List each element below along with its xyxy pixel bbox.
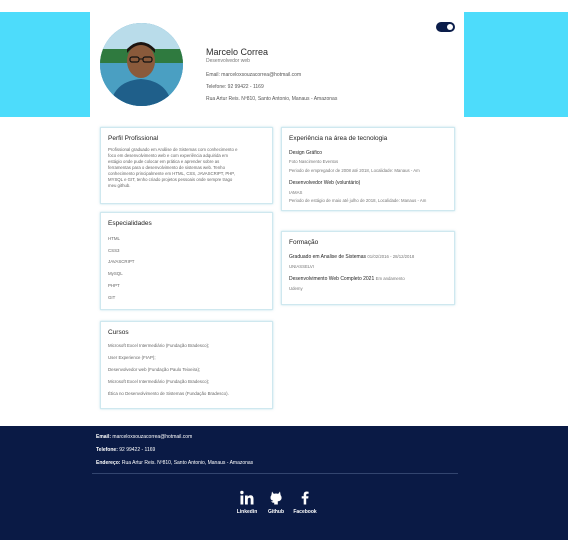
course-item: Desenvolvedor web (Fundação Paulo Teixei… <box>108 367 201 372</box>
facebook-icon <box>301 491 309 505</box>
footer-address-value: Rua Artur Reis. Nº810, Santo Antonio, Ma… <box>121 460 254 466</box>
profile-email: Email: marceloxsouzacorrea@hotmail.com <box>206 72 302 78</box>
skill-item: HTML <box>108 236 120 241</box>
job-desc: Periodo de empregador de 2008 até 2018, … <box>289 168 420 173</box>
job-title: Desenvolvedor Web (voluntário) <box>289 180 361 186</box>
job-title: Design Gráfico <box>289 150 323 156</box>
edu-item: Graduado em Analise de Sistemas 01/02/20… <box>289 254 414 260</box>
skill-item: GIT <box>108 295 116 300</box>
profile-role: Desenvolvedor web <box>206 58 250 64</box>
footer-email-label: Email: <box>96 434 112 440</box>
facebook-label: Facebook <box>293 509 317 515</box>
edu-date: 01/02/2016 - 28/12/2018 <box>367 254 415 259</box>
especialidades-title: Especialidades <box>108 220 152 227</box>
formacao-title: Formação <box>289 239 319 246</box>
skill-item: JAVASCRIPT <box>108 259 135 264</box>
github-icon <box>270 491 282 505</box>
profile-card: Marcelo Correa Desenvolvedor web Email: … <box>90 12 464 118</box>
perfil-title: Perfil Profissional <box>108 135 159 142</box>
footer-phone: Telefone: 92 99422 - 1169 <box>96 447 155 453</box>
avatar <box>100 23 183 106</box>
job-company: Foto Nascimento Eventos <box>289 159 339 164</box>
footer: Email: marceloxsouzacorrea@hotmail.com T… <box>0 426 568 540</box>
course-item: Ética no Desenvolvimento de Sistemas (Fu… <box>108 391 229 396</box>
profile-name: Marcelo Correa <box>206 47 269 57</box>
edu-school: Udemy <box>289 286 303 291</box>
course-item: User Experience (FIAP); <box>108 355 156 360</box>
course-item: Microsoft Excel Intermediário (Fundação … <box>108 343 210 348</box>
footer-email-value[interactable]: marceloxsouzacorrea@hotmail.com <box>112 434 192 440</box>
experiencia-card: Experiência na área de tecnologia Design… <box>281 127 455 211</box>
footer-phone-label: Telefone: <box>96 447 118 453</box>
facebook-link[interactable]: Facebook <box>287 489 323 515</box>
footer-phone-value: 92 99422 - 1169 <box>119 447 156 453</box>
course-item: Microsoft Excel Intermediário (Fundação … <box>108 379 210 384</box>
skill-item: PHPT <box>108 283 120 288</box>
perfil-card: Perfil Profissional Profissional graduad… <box>100 127 273 204</box>
footer-address-label: Endereço: <box>96 460 121 466</box>
theme-toggle[interactable] <box>436 22 455 32</box>
linkedin-icon <box>240 490 254 505</box>
formacao-card: Formação Graduado em Analise de Sistemas… <box>281 231 455 305</box>
especialidades-card: Especialidades HTML CSS3 JAVASCRIPT MySQ… <box>100 212 273 310</box>
cursos-title: Cursos <box>108 329 129 336</box>
job-company: IAMAS <box>289 190 303 195</box>
edu-date: Em andamento <box>375 276 405 281</box>
edu-school: UNIASSELVI <box>289 264 314 269</box>
perfil-text: Profissional graduado em Análise de Sist… <box>108 147 238 188</box>
experiencia-title: Experiência na área de tecnologia <box>289 135 388 142</box>
skill-item: CSS3 <box>108 248 120 253</box>
profile-phone: Telefone: 92 99422 - 1169 <box>206 84 264 90</box>
footer-divider <box>92 473 458 474</box>
edu-title: Desenvolvimento Web Completo 2021 <box>289 276 375 282</box>
profile-address: Rua Artur Reis. Nº810, Santo Antonio, Ma… <box>206 96 338 102</box>
footer-address: Endereço: Rua Artur Reis. Nº810, Santo A… <box>96 460 253 466</box>
skill-item: MySQL <box>108 271 123 276</box>
edu-title: Graduado em Analise de Sistemas <box>289 254 366 260</box>
edu-item: Desenvolvimento Web Completo 2021 Em and… <box>289 276 405 282</box>
footer-email: Email: marceloxsouzacorrea@hotmail.com <box>96 434 192 440</box>
job-desc: Periodo de estágio de maio até julho de … <box>289 198 427 203</box>
cursos-card: Cursos Microsoft Excel Intermediário (Fu… <box>100 321 273 409</box>
